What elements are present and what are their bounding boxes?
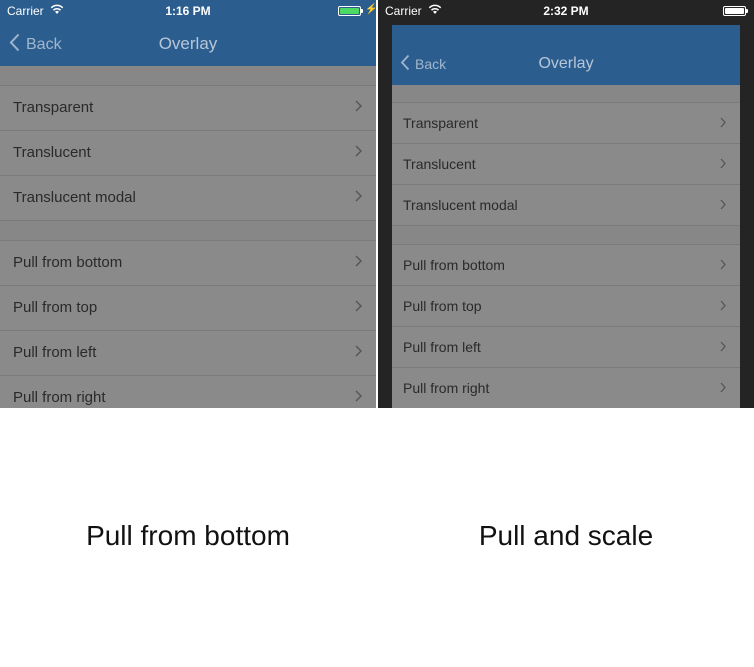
list-item-translucent-modal[interactable]: Translucent modal [392,185,740,226]
navigation-bar: Back Overlay [0,22,376,66]
chevron-right-icon [355,86,362,130]
row-label: Pull from right [403,380,490,396]
list-item-pull-from-top[interactable]: Pull from top [392,286,740,327]
right-screenshot: Carrier 2:32 PM Back Overlay Transparent [378,0,754,408]
section-spacer [0,66,376,86]
chevron-right-icon [355,241,362,285]
chevron-right-icon [720,368,726,408]
chevron-right-icon [355,176,362,220]
list-item-translucent-modal[interactable]: Translucent modal [0,176,376,221]
battery-icon [338,6,363,16]
bolt-icon: ⚡ [365,4,376,15]
chevron-right-icon [355,376,362,408]
row-label: Translucent [403,156,476,172]
row-label: Pull from right [13,389,106,406]
caption-right: Pull and scale [478,520,654,551]
left-screenshot: Carrier 1:16 PM ⚡ Back Overlay Transpare… [0,0,376,408]
chevron-right-icon [720,245,726,285]
row-label: Pull from top [403,298,482,314]
nav-title: Overlay [158,34,218,53]
navigation-bar: Back Overlay [392,25,740,85]
section-spacer [392,226,740,245]
list-item-pull-from-bottom[interactable]: Pull from bottom [0,241,376,286]
status-bar: Carrier 1:16 PM ⚡ [0,0,376,22]
chevron-right-icon [720,286,726,326]
row-label: Transparent [403,115,478,131]
nav-title: Overlay [538,55,594,72]
list-item-pull-from-left[interactable]: Pull from left [392,327,740,368]
scaled-view: Back Overlay Transparent Translucent Tra… [392,25,740,408]
battery-icon [723,6,748,16]
chevron-right-icon [720,144,726,184]
chevron-right-icon [720,185,726,225]
caption-left: Pull from bottom [86,520,290,551]
list-item-pull-from-top[interactable]: Pull from top [0,286,376,331]
list-item-transparent[interactable]: Transparent [392,103,740,144]
list-item-pull-from-left[interactable]: Pull from left [0,331,376,376]
row-label: Translucent [13,144,91,161]
status-bar: Carrier 2:32 PM [378,0,754,22]
chevron-right-icon [720,327,726,367]
list-item-pull-from-right[interactable]: Pull from right [0,376,376,408]
row-label: Pull from left [13,344,97,361]
chevron-right-icon [720,103,726,143]
menu-list: Transparent Translucent Translucent moda… [0,66,376,408]
chevron-right-icon [355,331,362,375]
list-item-pull-from-bottom[interactable]: Pull from bottom [392,245,740,286]
row-label: Pull from bottom [403,257,505,273]
section-spacer [392,85,740,103]
chevron-right-icon [355,286,362,330]
row-label: Translucent modal [403,197,518,213]
list-item-transparent[interactable]: Transparent [0,86,376,131]
menu-list: Transparent Translucent Translucent moda… [392,85,740,408]
row-label: Pull from left [403,339,481,355]
row-label: Pull from bottom [13,254,123,271]
row-label: Translucent modal [13,189,136,206]
list-item-translucent[interactable]: Translucent [0,131,376,176]
clock: 1:16 PM [165,4,211,18]
clock: 2:32 PM [543,4,589,18]
row-label: Transparent [13,99,94,116]
list-item-pull-from-right[interactable]: Pull from right [392,368,740,408]
section-spacer [0,221,376,241]
list-item-translucent[interactable]: Translucent [392,144,740,185]
row-label: Pull from top [13,299,98,316]
chevron-right-icon [355,131,362,175]
